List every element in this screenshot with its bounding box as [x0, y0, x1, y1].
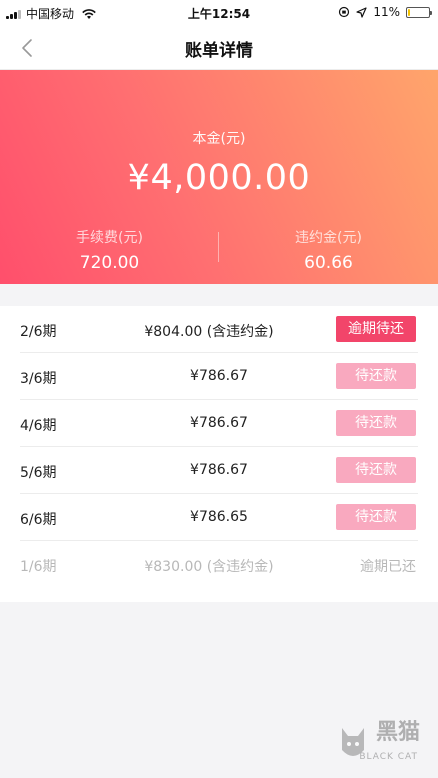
- fee-label: 手续费(元): [76, 230, 143, 246]
- principal-label: 本金(元): [192, 131, 246, 147]
- battery-icon: [406, 6, 432, 18]
- pending-repay-button[interactable]: 待还款: [336, 363, 416, 389]
- status-bar: 中国移动 上午12:54 11%: [0, 0, 438, 24]
- summary-card: 本金(元) ¥4,000.00 手续费(元) 720.00 违约金(元) 60.…: [0, 70, 438, 284]
- installment-row: 6/6期 ¥786.65 待还款: [0, 494, 438, 541]
- watermark-sub: BLACK CAT: [359, 752, 418, 762]
- installment-row: 2/6期 ¥804.00 (含违约金) 逾期待还: [0, 306, 438, 353]
- watermark-brand: 黑猫: [375, 720, 420, 745]
- battery-fill: [408, 8, 411, 16]
- battery-percent: 11%: [373, 5, 400, 19]
- penalty-value: 60.66: [304, 253, 353, 273]
- pending-repay-button[interactable]: 待还款: [336, 410, 416, 436]
- installment-list: 2/6期 ¥804.00 (含违约金) 逾期待还 3/6期 ¥786.67 待还…: [0, 306, 438, 602]
- fee-value: 720.00: [79, 253, 140, 273]
- orientation-lock-icon: [339, 6, 350, 18]
- fee-block: 手续费(元) 720.00: [0, 227, 219, 273]
- pending-repay-button[interactable]: 待还款: [336, 457, 416, 483]
- overdue-repay-button[interactable]: 逾期待还: [336, 316, 416, 342]
- status-right: 11%: [338, 5, 432, 19]
- installment-row: 5/6期 ¥786.67 待还款: [0, 447, 438, 494]
- installment-row: 4/6期 ¥786.67 待还款: [0, 400, 438, 447]
- installment-row-paid: 1/6期 ¥830.00 (含违约金) 逾期已还: [0, 541, 438, 588]
- pending-repay-button[interactable]: 待还款: [336, 504, 416, 530]
- paid-status-label: 逾期已还: [360, 559, 416, 575]
- penalty-block: 违约金(元) 60.66: [219, 227, 438, 273]
- page-title: 账单详情: [185, 41, 253, 61]
- installment-row: 3/6期 ¥786.67 待还款: [0, 353, 438, 400]
- nav-bar: 账单详情: [0, 24, 438, 70]
- location-icon: [356, 6, 367, 18]
- watermark: 黑猫 BLACK CAT: [338, 706, 430, 772]
- penalty-label: 违约金(元): [295, 230, 362, 246]
- principal-amount: ¥4,000.00: [127, 158, 311, 198]
